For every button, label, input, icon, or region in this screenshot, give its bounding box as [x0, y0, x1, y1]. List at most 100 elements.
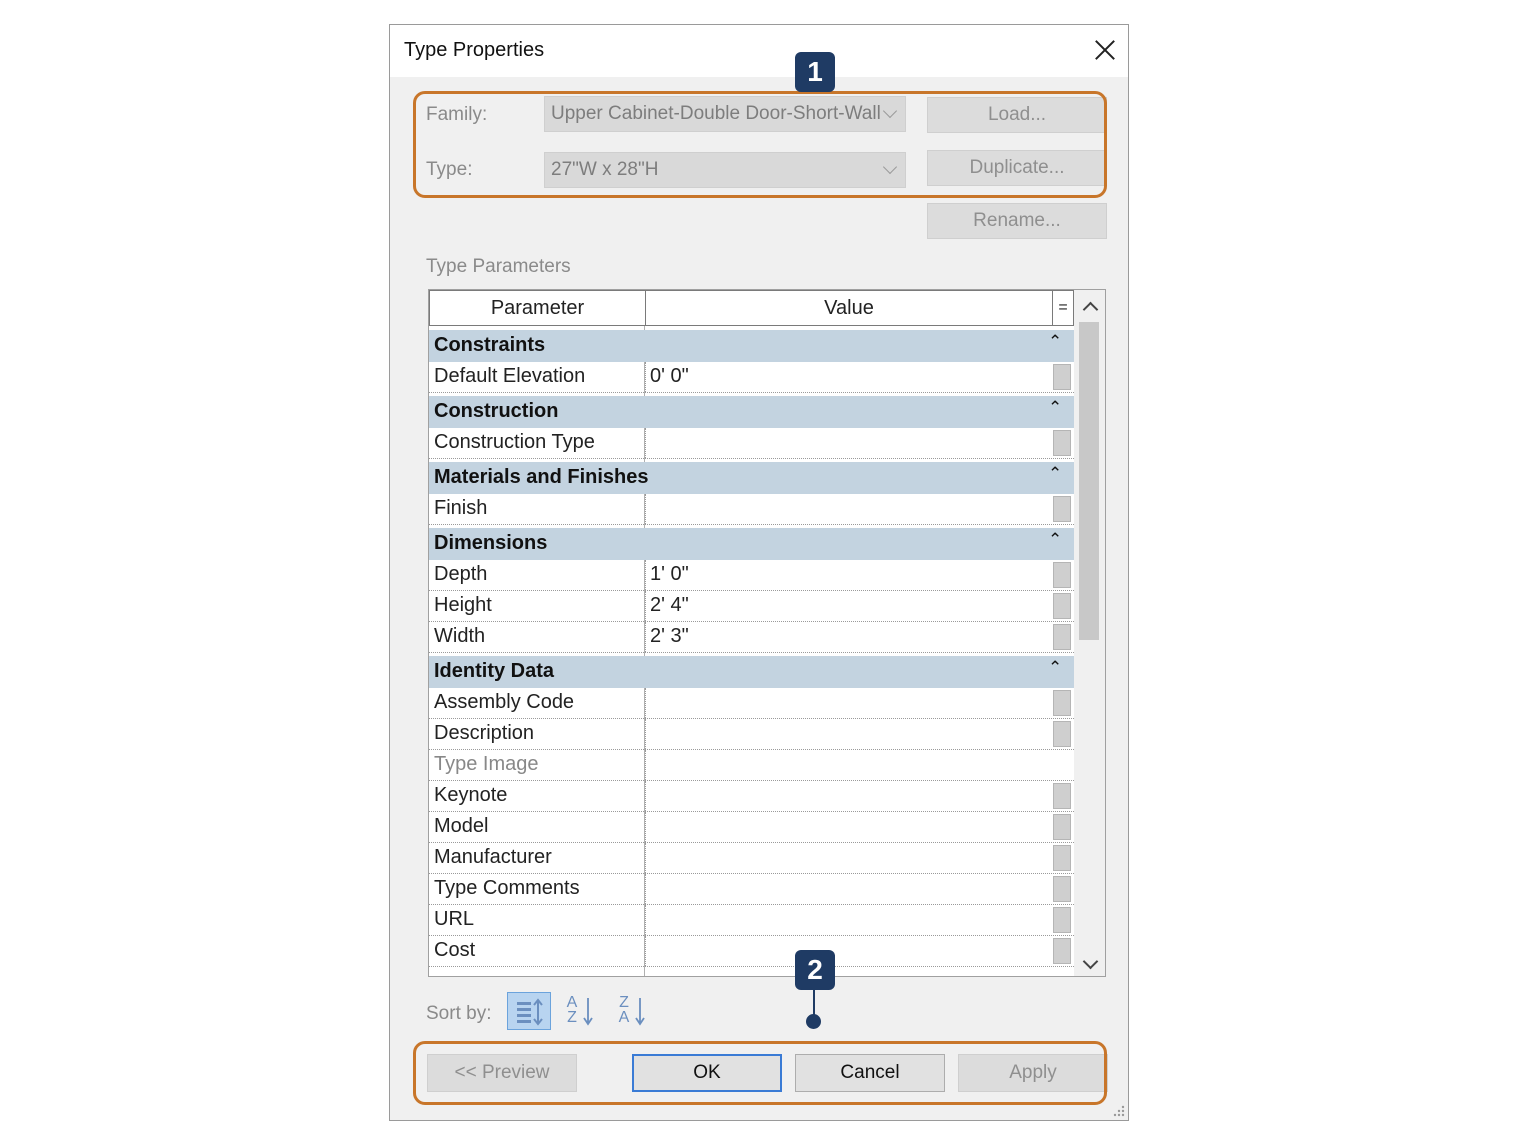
parameter-value[interactable]	[645, 905, 1051, 935]
parameter-row[interactable]: Depth 1' 0"	[429, 560, 1074, 591]
callout-2-dot	[806, 1014, 821, 1029]
sort-az-top: A	[566, 994, 578, 1011]
group-sort-icon	[517, 998, 543, 1026]
parameter-value[interactable]	[645, 688, 1051, 718]
parameter-row[interactable]: Type Image	[429, 750, 1074, 781]
parameter-value[interactable]	[645, 936, 1051, 966]
parameter-value[interactable]	[645, 843, 1051, 873]
parameter-name: Depth	[434, 563, 488, 585]
collapse-chevron-icon[interactable]: ⌃	[1048, 530, 1062, 550]
close-icon[interactable]	[1090, 35, 1120, 65]
callout-2-highlight	[413, 1041, 1107, 1105]
parameter-name: Description	[434, 722, 535, 744]
parameter-row[interactable]: Finish	[429, 494, 1074, 525]
collapse-chevron-icon[interactable]: ⌃	[1048, 398, 1062, 418]
cell-button[interactable]	[1053, 624, 1071, 650]
group-name: Identity Data	[434, 660, 555, 682]
parameter-row[interactable]: Default Elevation 0' 0"	[429, 362, 1074, 393]
parameter-value[interactable]	[645, 781, 1051, 811]
cell-button[interactable]	[1053, 845, 1071, 871]
parameter-row[interactable]: URL	[429, 905, 1074, 936]
value-column-header[interactable]: Value	[645, 290, 1053, 326]
cell-button[interactable]	[1053, 876, 1071, 902]
cell-button[interactable]	[1053, 562, 1071, 588]
parameter-row[interactable]: Manufacturer	[429, 843, 1074, 874]
parameter-value[interactable]	[645, 428, 1051, 458]
cell-button[interactable]	[1053, 938, 1071, 964]
cell-button[interactable]	[1053, 783, 1071, 809]
parameter-value[interactable]	[645, 719, 1051, 749]
sort-by-group-button[interactable]	[507, 992, 551, 1030]
parameter-value[interactable]: 2' 4"	[645, 591, 1051, 621]
callout-2-badge: 2	[795, 950, 835, 990]
group-header-row[interactable]: Construction ⌃	[429, 396, 1074, 428]
parameter-name: Keynote	[434, 784, 508, 806]
type-parameters-label: Type Parameters	[426, 256, 571, 277]
parameter-row[interactable]: Height 2' 4"	[429, 591, 1074, 622]
sort-za-bottom: A	[618, 1009, 630, 1026]
group-header-row[interactable]: Materials and Finishes ⌃	[429, 462, 1074, 494]
parameter-name: Manufacturer	[434, 846, 552, 868]
cell-button[interactable]	[1053, 721, 1071, 747]
parameter-column-header[interactable]: Parameter	[429, 290, 646, 326]
sort-az-bottom: Z	[567, 1009, 577, 1026]
rename-button[interactable]: Rename...	[927, 203, 1107, 239]
parameter-name: Finish	[434, 497, 488, 519]
group-name: Dimensions	[434, 532, 548, 554]
collapse-chevron-icon[interactable]: ⌃	[1048, 464, 1062, 484]
parameter-value[interactable]	[645, 494, 1051, 524]
callout-2-leader	[813, 990, 815, 1016]
sort-by-label: Sort by:	[426, 1003, 492, 1024]
parameter-value[interactable]	[645, 812, 1051, 842]
parameter-value[interactable]: 1' 0"	[645, 560, 1051, 590]
type-parameters-grid: Parameter Value = Constraints ⌃ Default El…	[428, 289, 1106, 977]
sort-za-top: Z	[619, 994, 629, 1011]
collapse-chevron-icon[interactable]: ⌃	[1048, 332, 1062, 352]
parameter-row[interactable]: Model	[429, 812, 1074, 843]
group-name: Constraints	[434, 334, 546, 356]
parameter-row[interactable]: Description	[429, 719, 1074, 750]
parameter-name: Model	[434, 815, 489, 837]
parameter-name: Cost	[434, 939, 476, 961]
parameter-row[interactable]: Construction Type	[429, 428, 1074, 459]
parameter-name: URL	[434, 908, 475, 930]
cell-button[interactable]	[1053, 814, 1071, 840]
parameter-name: Type Comments	[434, 877, 580, 899]
cell-button[interactable]	[1053, 690, 1071, 716]
parameter-name: Default Elevation	[434, 365, 586, 387]
parameter-value[interactable]: 0' 0"	[645, 362, 1051, 392]
group-header-row[interactable]: Dimensions ⌃	[429, 528, 1074, 560]
parameter-value[interactable]	[645, 750, 1051, 780]
group-header-row[interactable]: Constraints ⌃	[429, 330, 1074, 362]
callout-1-highlight	[413, 91, 1107, 198]
parameter-name: Type Image	[434, 753, 539, 775]
parameter-value[interactable]: 2' 3"	[645, 622, 1051, 652]
cell-button[interactable]	[1053, 907, 1071, 933]
parameter-value[interactable]	[645, 874, 1051, 904]
parameter-name: Construction Type	[434, 431, 595, 453]
parameter-name: Height	[434, 594, 492, 616]
callout-1-badge: 1	[795, 52, 835, 92]
sort-down-arrow-icon	[583, 998, 593, 1026]
parameter-row[interactable]: Width 2' 3"	[429, 622, 1074, 653]
parameter-row[interactable]: Cost	[429, 936, 1074, 967]
group-name: Materials and Finishes	[434, 466, 649, 488]
cell-button[interactable]	[1053, 496, 1071, 522]
group-header-row[interactable]: Identity Data ⌃	[429, 656, 1074, 688]
dialog-title: Type Properties	[404, 39, 545, 61]
sort-descending-button[interactable]: Z A	[616, 994, 652, 1028]
toggle-column-header[interactable]: =	[1052, 290, 1074, 326]
cell-button[interactable]	[1053, 430, 1071, 456]
collapse-chevron-icon[interactable]: ⌃	[1048, 658, 1062, 678]
group-name: Construction	[434, 400, 559, 422]
scrollbar-thumb[interactable]	[1079, 322, 1099, 640]
parameter-row[interactable]: Keynote	[429, 781, 1074, 812]
parameter-row[interactable]: Assembly Code	[429, 688, 1074, 719]
sort-ascending-button[interactable]: A Z	[564, 994, 600, 1028]
parameter-name: Assembly Code	[434, 691, 575, 713]
cell-button[interactable]	[1053, 364, 1071, 390]
resize-grip-icon[interactable]	[1112, 1104, 1126, 1118]
sort-down-arrow-icon	[635, 998, 645, 1026]
cell-button[interactable]	[1053, 593, 1071, 619]
parameter-row[interactable]: Type Comments	[429, 874, 1074, 905]
